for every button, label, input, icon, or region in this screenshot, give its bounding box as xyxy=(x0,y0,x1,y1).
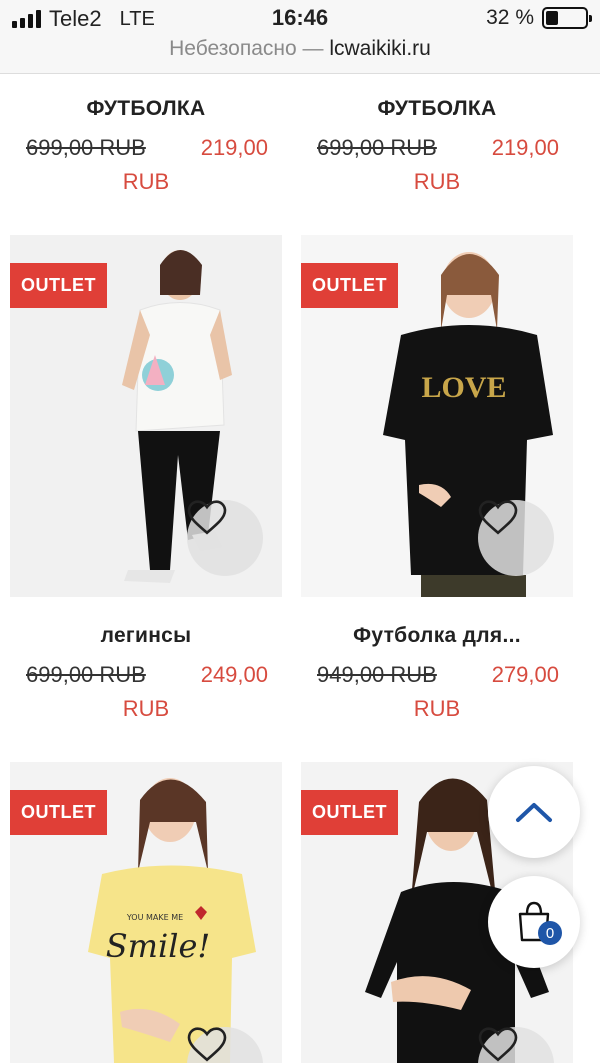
url-domain: lcwaikiki.ru xyxy=(329,37,431,60)
outlet-badge: OUTLET xyxy=(301,263,398,308)
tee-small-print: YOU MAKE ME xyxy=(126,913,183,922)
old-price: 949,00 RUB xyxy=(317,662,437,687)
outlet-badge: OUTLET xyxy=(10,263,107,308)
status-bar: Tele2 LTE 16:46 32 % xyxy=(0,0,600,36)
product-name[interactable]: легинсы xyxy=(10,624,282,648)
sale-currency: RUB xyxy=(122,696,170,721)
insecure-label: Небезопасно — xyxy=(169,37,324,60)
sale-currency: RUB xyxy=(413,696,461,721)
cart-count-badge: 0 xyxy=(538,921,562,945)
outlet-badge: OUTLET xyxy=(10,790,107,835)
tee-print-text: LOVE xyxy=(421,371,506,404)
sale-price: 219,00 xyxy=(491,135,559,160)
scroll-to-top-button[interactable] xyxy=(488,766,580,858)
battery-percent: 32 % xyxy=(486,6,534,29)
sale-price: 219,00 xyxy=(200,135,268,160)
cart-button[interactable]: 0 xyxy=(488,876,580,968)
product-name[interactable]: ФУТБОЛКА xyxy=(10,97,282,121)
old-price: 699,00 RUB xyxy=(317,135,437,160)
sale-currency: RUB xyxy=(413,169,461,194)
product-name[interactable]: ФУТБОЛКА xyxy=(301,97,573,121)
chevron-up-icon xyxy=(516,803,552,822)
address-bar[interactable]: Небезопасно — lcwaikiki.ru xyxy=(0,36,600,74)
heart-icon xyxy=(478,1027,518,1062)
favorite-button[interactable] xyxy=(187,500,263,576)
heart-icon xyxy=(187,1027,227,1062)
battery-icon xyxy=(542,7,592,29)
sale-currency: RUB xyxy=(122,169,170,194)
sale-price: 249,00 xyxy=(200,662,268,687)
favorite-button[interactable] xyxy=(478,500,554,576)
old-price: 699,00 RUB xyxy=(26,135,146,160)
product-image[interactable]: OUTLET xyxy=(10,235,282,597)
product-image[interactable]: YOU MAKE ME Smile! OUTLET xyxy=(10,762,282,1063)
product-name[interactable]: Футболка для... xyxy=(301,624,573,648)
old-price: 699,00 RUB xyxy=(26,662,146,687)
sale-price: 279,00 xyxy=(491,662,559,687)
product-image[interactable]: LOVE OUTLET xyxy=(301,235,573,597)
heart-icon xyxy=(187,500,227,535)
outlet-badge: OUTLET xyxy=(301,790,398,835)
heart-icon xyxy=(478,500,518,535)
tee-print-text: Smile! xyxy=(106,927,211,965)
